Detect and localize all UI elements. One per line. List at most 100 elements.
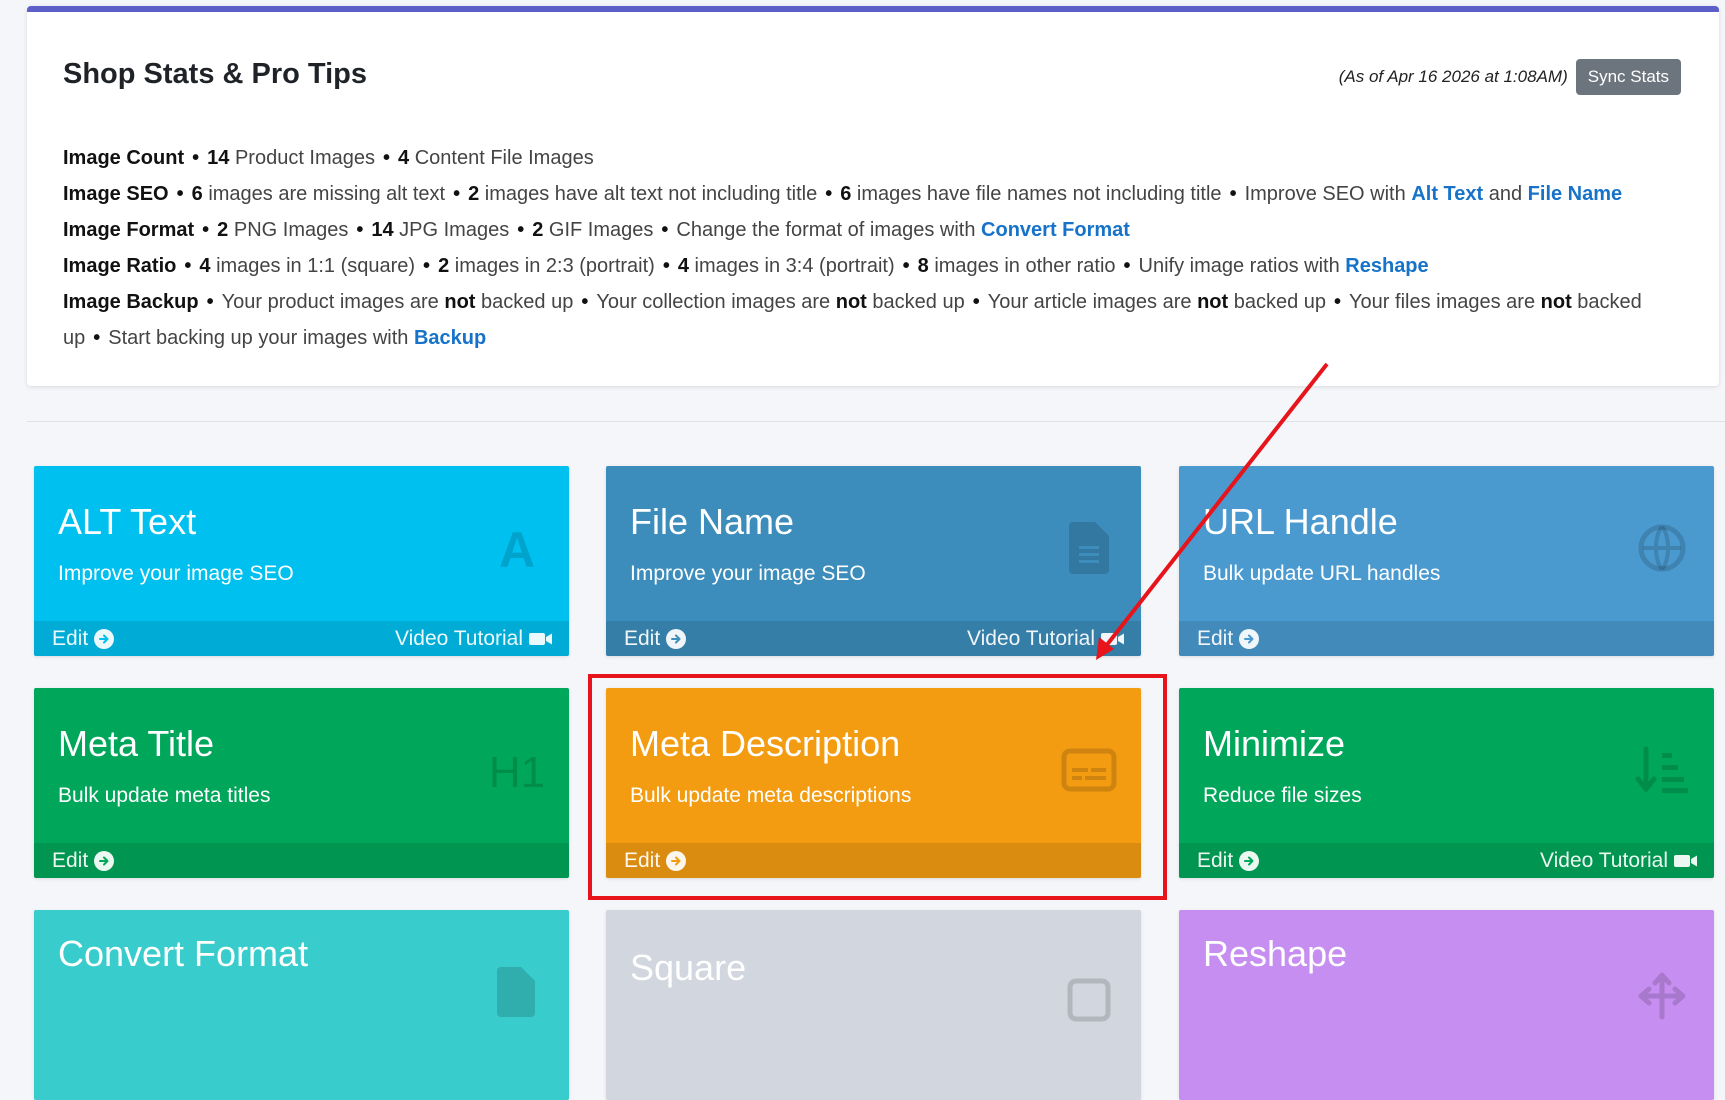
- bullet: •: [825, 183, 833, 205]
- stat-text: JPG Images: [399, 219, 510, 241]
- minimize-edit-link[interactable]: Edit: [1197, 848, 1260, 873]
- tile-title: Square: [630, 947, 747, 988]
- alt-text-link[interactable]: Alt Text: [1411, 183, 1483, 205]
- arrows-icon: [1632, 966, 1692, 1026]
- file-name-video-tutorial-link[interactable]: Video Tutorial: [967, 627, 1125, 651]
- arrow-right-circle-icon: [1239, 628, 1260, 649]
- alt-text-video-tutorial-link[interactable]: Video Tutorial: [395, 627, 553, 651]
- stat-text: images in 1:1 (square): [216, 255, 416, 277]
- url-handle-edit-link[interactable]: Edit: [1197, 627, 1260, 651]
- stat-text: Your product images are: [221, 291, 439, 313]
- stat-value: 6: [840, 183, 852, 205]
- bullet: •: [902, 255, 910, 277]
- edit-label: Edit: [52, 626, 89, 650]
- tile-meta-title: Meta Title Bulk update meta titles H1 Ed…: [34, 688, 569, 878]
- stats-label: Image Ratio: [63, 255, 177, 277]
- backup-link[interactable]: Backup: [414, 327, 486, 349]
- stat-emphasis: not: [444, 291, 476, 313]
- tip-text: Change the format of images with: [676, 219, 976, 241]
- bullet: •: [93, 327, 101, 349]
- bullet: •: [661, 219, 669, 241]
- stat-text: GIF Images: [548, 219, 654, 241]
- tile-footer: Edit: [606, 843, 1141, 878]
- arrow-right-circle-icon: [1239, 850, 1260, 871]
- tile-subtitle: Improve your image SEO: [58, 562, 294, 585]
- bullet: •: [972, 291, 980, 313]
- tile-meta-description: Meta Description Bulk update meta descri…: [606, 688, 1141, 878]
- tip-text: Unify image ratios with: [1138, 255, 1340, 277]
- file-convert-icon: [487, 962, 547, 1022]
- tip-text: and: [1488, 183, 1523, 205]
- tile-title: File Name: [630, 501, 795, 542]
- bullet: •: [383, 147, 391, 169]
- stats-row-image-format: Image Format • 2 PNG Images • 14 JPG Images •…: [63, 212, 1683, 248]
- meta-description-edit-link[interactable]: Edit: [624, 849, 687, 873]
- video-label: Video Tutorial: [966, 626, 1095, 650]
- tile-convert-format: Convert Format: [34, 910, 569, 1100]
- svg-text:H1: H1: [489, 748, 545, 795]
- tile-title: Convert Format: [58, 933, 309, 974]
- tile-title: Reshape: [1203, 933, 1348, 974]
- tile-minimize: Minimize Reduce file sizes Edit Video Tu…: [1179, 688, 1714, 878]
- stat-emphasis: not: [835, 291, 867, 313]
- tile-subtitle: Bulk update meta titles: [58, 784, 271, 807]
- video-camera-icon: [1101, 631, 1125, 647]
- stat-value: 4: [398, 147, 410, 169]
- square-icon: [1059, 970, 1119, 1030]
- stat-text: backed up: [872, 291, 965, 313]
- stats-row-image-ratio: Image Ratio • 4 images in 1:1 (square) • 2 i…: [63, 248, 1683, 284]
- bullet: •: [202, 219, 210, 241]
- stat-text: Content File Images: [414, 147, 594, 169]
- tile-footer: Edit: [34, 843, 569, 878]
- video-label: Video Tutorial: [1539, 848, 1668, 872]
- tile-file-name: File Name Improve your image SEO Edit Vi…: [606, 466, 1141, 656]
- stats-body: Image Count • 14 Product Images • 4 Content …: [63, 140, 1683, 356]
- section-divider: [27, 421, 1725, 422]
- tile-url-handle: URL Handle Bulk update URL handles Edit: [1179, 466, 1714, 656]
- stat-value: 8: [917, 255, 929, 277]
- alt-text-edit-link[interactable]: Edit: [52, 626, 115, 651]
- bullet: •: [453, 183, 461, 205]
- stats-row-image-seo: Image SEO • 6 images are missing alt text •…: [63, 176, 1683, 212]
- video-label: Video Tutorial: [394, 626, 523, 650]
- tile-title: ALT Text: [58, 501, 197, 542]
- reshape-link[interactable]: Reshape: [1345, 255, 1428, 277]
- tile-reshape: Reshape: [1179, 910, 1714, 1100]
- stat-value: 2: [532, 219, 544, 241]
- arrow-right-circle-icon: [94, 628, 115, 649]
- tile-footer: Edit: [1179, 621, 1714, 656]
- file-name-link[interactable]: File Name: [1528, 183, 1622, 205]
- stat-value: 6: [191, 183, 203, 205]
- stats-timestamp: (As of Apr 16 2026 at 1:08AM): [1338, 67, 1568, 86]
- shop-stats-card: Shop Stats & Pro Tips (As of Apr 16 2026…: [27, 6, 1719, 386]
- bullet: •: [184, 255, 192, 277]
- stats-label: Image SEO: [63, 183, 169, 205]
- stat-value: 14: [207, 147, 230, 169]
- edit-label: Edit: [52, 848, 89, 872]
- minimize-video-tutorial-link[interactable]: Video Tutorial: [1540, 849, 1698, 873]
- stat-value: 4: [199, 255, 211, 277]
- stat-emphasis: not: [1540, 291, 1572, 313]
- file-name-edit-link[interactable]: Edit: [624, 626, 687, 651]
- sync-stats-button[interactable]: Sync Stats: [1575, 59, 1681, 95]
- stat-text: Your article images are: [987, 291, 1192, 313]
- stat-text: images in 3:4 (portrait): [694, 255, 895, 277]
- convert-format-link[interactable]: Convert Format: [981, 219, 1130, 241]
- bullet: •: [206, 291, 214, 313]
- meta-title-edit-link[interactable]: Edit: [52, 848, 115, 873]
- stat-text: images in 2:3 (portrait): [454, 255, 655, 277]
- arrow-right-circle-icon: [666, 850, 687, 871]
- stat-text: PNG Images: [233, 219, 349, 241]
- tile-footer: Edit Video Tutorial: [606, 621, 1141, 656]
- bullet: •: [517, 219, 525, 241]
- stats-row-image-count: Image Count • 14 Product Images • 4 Content …: [63, 140, 1683, 176]
- stat-value: 2: [217, 219, 229, 241]
- stat-value: 2: [438, 255, 450, 277]
- edit-label: Edit: [624, 626, 661, 650]
- bullet: •: [356, 219, 364, 241]
- stat-text: Your collection images are: [596, 291, 831, 313]
- video-camera-icon: [529, 631, 553, 647]
- stat-text: backed up: [481, 291, 574, 313]
- edit-label: Edit: [1197, 848, 1234, 872]
- h1-icon: H1: [487, 740, 547, 800]
